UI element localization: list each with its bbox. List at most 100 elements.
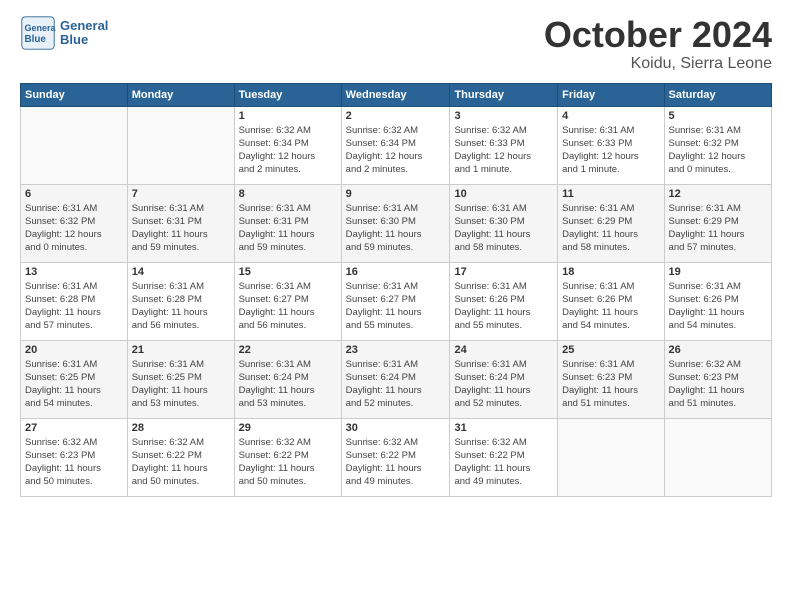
- day-info: Sunrise: 6:32 AM Sunset: 6:22 PM Dayligh…: [346, 436, 446, 489]
- day-number: 24: [454, 344, 553, 356]
- day-number: 7: [132, 188, 230, 200]
- day-info: Sunrise: 6:32 AM Sunset: 6:33 PM Dayligh…: [454, 124, 553, 177]
- day-number: 19: [669, 266, 767, 278]
- day-info: Sunrise: 6:31 AM Sunset: 6:24 PM Dayligh…: [346, 358, 446, 411]
- month-title: October 2024: [544, 15, 772, 55]
- day-info: Sunrise: 6:31 AM Sunset: 6:29 PM Dayligh…: [669, 202, 767, 255]
- calendar-cell: 16 Sunrise: 6:31 AM Sunset: 6:27 PM Dayli…: [341, 262, 450, 340]
- day-of-week-header: Wednesday: [341, 83, 450, 106]
- day-number: 14: [132, 266, 230, 278]
- day-info: Sunrise: 6:31 AM Sunset: 6:26 PM Dayligh…: [454, 280, 553, 333]
- calendar-week-row: 1Sunrise: 6:32 AM Sunset: 6:34 PM Daylig…: [21, 106, 772, 184]
- day-number: 3: [454, 110, 553, 122]
- day-info: Sunrise: 6:31 AM Sunset: 6:32 PM Dayligh…: [669, 124, 767, 177]
- day-info: Sunrise: 6:31 AM Sunset: 6:31 PM Dayligh…: [239, 202, 337, 255]
- calendar-cell: 6 Sunrise: 6:31 AM Sunset: 6:32 PM Daylig…: [21, 184, 128, 262]
- day-info: Sunrise: 6:32 AM Sunset: 6:22 PM Dayligh…: [132, 436, 230, 489]
- day-info: Sunrise: 6:31 AM Sunset: 6:29 PM Dayligh…: [562, 202, 659, 255]
- day-number: 8: [239, 188, 337, 200]
- day-info: Sunrise: 6:31 AM Sunset: 6:23 PM Dayligh…: [562, 358, 659, 411]
- day-number: 5: [669, 110, 767, 122]
- day-info: Sunrise: 6:31 AM Sunset: 6:27 PM Dayligh…: [346, 280, 446, 333]
- calendar-week-row: 27 Sunrise: 6:32 AM Sunset: 6:23 PM Dayli…: [21, 418, 772, 496]
- calendar-cell: [127, 106, 234, 184]
- day-number: 29: [239, 422, 337, 434]
- day-info: Sunrise: 6:32 AM Sunset: 6:22 PM Dayligh…: [454, 436, 553, 489]
- svg-text:General: General: [25, 23, 57, 33]
- calendar-cell: 18 Sunrise: 6:31 AM Sunset: 6:26 PM Dayli…: [558, 262, 664, 340]
- day-info: Sunrise: 6:31 AM Sunset: 6:33 PM Dayligh…: [562, 124, 659, 177]
- day-info: Sunrise: 6:31 AM Sunset: 6:25 PM Dayligh…: [132, 358, 230, 411]
- day-number: 27: [25, 422, 123, 434]
- day-number: 22: [239, 344, 337, 356]
- day-of-week-header: Monday: [127, 83, 234, 106]
- calendar-cell: 14 Sunrise: 6:31 AM Sunset: 6:28 PM Dayli…: [127, 262, 234, 340]
- calendar-cell: 15 Sunrise: 6:31 AM Sunset: 6:27 PM Dayli…: [234, 262, 341, 340]
- day-number: 17: [454, 266, 553, 278]
- day-info: Sunrise: 6:31 AM Sunset: 6:24 PM Dayligh…: [239, 358, 337, 411]
- calendar-cell: 3 Sunrise: 6:32 AM Sunset: 6:33 PM Daylig…: [450, 106, 558, 184]
- calendar-cell: 11 Sunrise: 6:31 AM Sunset: 6:29 PM Dayli…: [558, 184, 664, 262]
- day-info: Sunrise: 6:31 AM Sunset: 6:28 PM Dayligh…: [132, 280, 230, 333]
- calendar-cell: 26 Sunrise: 6:32 AM Sunset: 6:23 PM Dayli…: [664, 340, 771, 418]
- day-info: Sunrise: 6:32 AM Sunset: 6:23 PM Dayligh…: [669, 358, 767, 411]
- day-number: 9: [346, 188, 446, 200]
- day-info: Sunrise: 6:31 AM Sunset: 6:26 PM Dayligh…: [562, 280, 659, 333]
- day-number: 16: [346, 266, 446, 278]
- calendar-cell: 21Sunrise: 6:31 AM Sunset: 6:25 PM Dayli…: [127, 340, 234, 418]
- page: General Blue General Blue October 2024 K…: [0, 0, 792, 612]
- day-of-week-header: Saturday: [664, 83, 771, 106]
- day-number: 18: [562, 266, 659, 278]
- day-info: Sunrise: 6:32 AM Sunset: 6:34 PM Dayligh…: [346, 124, 446, 177]
- day-info: Sunrise: 6:32 AM Sunset: 6:22 PM Dayligh…: [239, 436, 337, 489]
- day-number: 26: [669, 344, 767, 356]
- day-number: 6: [25, 188, 123, 200]
- calendar-cell: 9 Sunrise: 6:31 AM Sunset: 6:30 PM Daylig…: [341, 184, 450, 262]
- calendar-cell: 22 Sunrise: 6:31 AM Sunset: 6:24 PM Dayli…: [234, 340, 341, 418]
- logo-general: General: [60, 19, 108, 33]
- day-number: 25: [562, 344, 659, 356]
- title-area: October 2024 Koidu, Sierra Leone: [544, 15, 772, 73]
- day-number: 15: [239, 266, 337, 278]
- day-number: 12: [669, 188, 767, 200]
- calendar-cell: 4 Sunrise: 6:31 AM Sunset: 6:33 PM Daylig…: [558, 106, 664, 184]
- calendar-cell: 23 Sunrise: 6:31 AM Sunset: 6:24 PM Dayli…: [341, 340, 450, 418]
- logo: General Blue General Blue: [20, 15, 108, 51]
- calendar-cell: 7 Sunrise: 6:31 AM Sunset: 6:31 PM Daylig…: [127, 184, 234, 262]
- calendar-cell: 1Sunrise: 6:32 AM Sunset: 6:34 PM Daylig…: [234, 106, 341, 184]
- day-info: Sunrise: 6:31 AM Sunset: 6:31 PM Dayligh…: [132, 202, 230, 255]
- calendar-cell: 20Sunrise: 6:31 AM Sunset: 6:25 PM Dayli…: [21, 340, 128, 418]
- calendar-cell: 30 Sunrise: 6:32 AM Sunset: 6:22 PM Dayli…: [341, 418, 450, 496]
- day-info: Sunrise: 6:31 AM Sunset: 6:32 PM Dayligh…: [25, 202, 123, 255]
- day-number: 20: [25, 344, 123, 356]
- day-number: 23: [346, 344, 446, 356]
- calendar-cell: 5 Sunrise: 6:31 AM Sunset: 6:32 PM Daylig…: [664, 106, 771, 184]
- day-number: 10: [454, 188, 553, 200]
- day-of-week-header: Friday: [558, 83, 664, 106]
- logo-blue: Blue: [60, 33, 108, 47]
- day-info: Sunrise: 6:31 AM Sunset: 6:30 PM Dayligh…: [454, 202, 553, 255]
- day-info: Sunrise: 6:32 AM Sunset: 6:23 PM Dayligh…: [25, 436, 123, 489]
- calendar-cell: 2Sunrise: 6:32 AM Sunset: 6:34 PM Daylig…: [341, 106, 450, 184]
- calendar-header-row: SundayMondayTuesdayWednesdayThursdayFrid…: [21, 83, 772, 106]
- calendar-cell: 17 Sunrise: 6:31 AM Sunset: 6:26 PM Dayli…: [450, 262, 558, 340]
- day-number: 28: [132, 422, 230, 434]
- calendar-cell: 31 Sunrise: 6:32 AM Sunset: 6:22 PM Dayli…: [450, 418, 558, 496]
- calendar-week-row: 20 Sunrise: 6:31 AM Sunset: 6:25 PM Dayli…: [21, 340, 772, 418]
- calendar-cell: 27 Sunrise: 6:32 AM Sunset: 6:23 PM Dayli…: [21, 418, 128, 496]
- calendar-week-row: 13Sunrise: 6:31 AM Sunset: 6:28 PM Dayli…: [21, 262, 772, 340]
- day-number: 30: [346, 422, 446, 434]
- svg-text:Blue: Blue: [25, 34, 47, 45]
- calendar-cell: 24Sunrise: 6:31 AM Sunset: 6:24 PM Dayli…: [450, 340, 558, 418]
- calendar-cell: [21, 106, 128, 184]
- calendar-cell: [664, 418, 771, 496]
- calendar-cell: 25 Sunrise: 6:31 AM Sunset: 6:23 PM Dayli…: [558, 340, 664, 418]
- day-number: 31: [454, 422, 553, 434]
- day-number: 11: [562, 188, 659, 200]
- calendar-week-row: 6 Sunrise: 6:31 AM Sunset: 6:32 PM Daylig…: [21, 184, 772, 262]
- day-number: 4: [562, 110, 659, 122]
- day-info: Sunrise: 6:31 AM Sunset: 6:30 PM Dayligh…: [346, 202, 446, 255]
- calendar-cell: 10 Sunrise: 6:31 AM Sunset: 6:30 PM Dayli…: [450, 184, 558, 262]
- day-info: Sunrise: 6:31 AM Sunset: 6:28 PM Dayligh…: [25, 280, 123, 333]
- day-info: Sunrise: 6:31 AM Sunset: 6:27 PM Dayligh…: [239, 280, 337, 333]
